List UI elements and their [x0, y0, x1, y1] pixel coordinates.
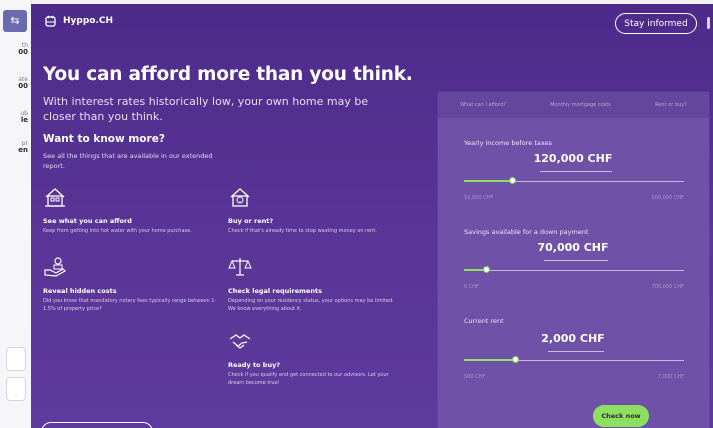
feature-afford: See what you can afford Keep from gettin… [43, 186, 218, 235]
savings-min-label: 0 CHF [464, 284, 479, 290]
rent-underline [548, 351, 604, 352]
sidebar-box[interactable] [6, 347, 26, 371]
outline-button[interactable] [41, 422, 153, 428]
feature-description: Did you know that mandatory notary fees … [43, 298, 217, 312]
sidebar-box[interactable] [6, 377, 26, 401]
hippo-logo-icon [45, 15, 56, 27]
house-question-icon [230, 188, 250, 207]
feature-title: Reveal hidden costs [43, 287, 117, 295]
feature-title: Buy or rent? [228, 217, 274, 225]
feature-ready-to-buy: Ready to buy? Check if you qualify and g… [228, 330, 403, 387]
calculator-panel: What can I afford? Monthly mortgage cost… [438, 92, 709, 428]
sidebar-mini-item: th 00 [2, 42, 28, 56]
income-slider-fill [464, 180, 512, 182]
house-search-icon [45, 188, 65, 207]
know-more-heading: Want to know more? [43, 133, 165, 145]
stay-informed-button[interactable]: Stay informed [615, 13, 697, 34]
income-max-label: 500,000 CHF [651, 195, 684, 201]
feature-buy-or-rent: Buy or rent? Check if that's already tim… [228, 186, 403, 235]
know-more-subtitle: See all the things that are available in… [43, 152, 213, 170]
feature-description: Check if you qualify and get connected t… [228, 372, 389, 386]
sidebar-mini-item: pr en [2, 140, 28, 154]
hero-subtitle: With interest rates historically low, yo… [43, 95, 369, 123]
rent-max-label: 7,000 CHF [657, 374, 684, 380]
calculator-tabs: What can I afford? Monthly mortgage cost… [438, 92, 709, 118]
savings-slider-knob[interactable] [483, 266, 490, 273]
savings-value[interactable]: 70,000 CHF [518, 241, 628, 254]
savings-slider-track[interactable] [464, 270, 684, 271]
swap-icon[interactable]: ⇆ [3, 10, 27, 32]
feature-legal: Check legal requirements Depending on yo… [228, 256, 403, 313]
edge-indicator [707, 17, 710, 29]
feature-title: See what you can afford [43, 217, 132, 225]
page-title: You can afford more than you think. [43, 64, 413, 85]
feature-description: Depending on your residency status, your… [228, 298, 394, 312]
feature-title: Ready to buy? [228, 361, 281, 369]
tab-rent-or-buy[interactable]: Rent or buy? [655, 102, 687, 108]
sidebar-mini-value: en [18, 146, 28, 154]
sidebar-mini-value: 00 [18, 48, 28, 56]
scales-icon [228, 258, 252, 276]
income-underline [540, 171, 612, 172]
feature-title: Check legal requirements [228, 287, 322, 295]
savings-underline [544, 260, 608, 261]
feature-description: Keep from getting into hot water with yo… [43, 228, 192, 234]
sidebar-mini-value: 00 [18, 82, 28, 90]
sidebar-mini-value: le [20, 116, 28, 124]
savings-max-label: 700,000 CHF [651, 284, 684, 290]
brand-name: Hyppo.CH [63, 16, 114, 26]
savings-label: Savings available for a down payment [464, 228, 589, 236]
left-sidebar-strip: ⇆ th 00 ate 00 ub le pr en [0, 0, 32, 428]
check-now-button[interactable]: Check now [593, 405, 649, 427]
sidebar-mini-item: ate 00 [2, 76, 28, 90]
income-value[interactable]: 120,000 CHF [518, 152, 628, 165]
tab-what-can-i-afford[interactable]: What can I afford? [460, 102, 506, 108]
landing-page: Hyppo.CH Stay informed You can afford mo… [31, 4, 713, 428]
feature-hidden-costs: Reveal hidden costs Did you know that ma… [43, 256, 218, 313]
sidebar-mini-item: ub le [2, 110, 28, 124]
income-slider-knob[interactable] [509, 177, 516, 184]
brand-logo[interactable]: Hyppo.CH [45, 15, 113, 27]
tab-monthly-mortgage[interactable]: Monthly mortgage costs [550, 102, 611, 108]
rent-value[interactable]: 2,000 CHF [518, 332, 628, 345]
rent-slider-knob[interactable] [512, 356, 519, 363]
rent-min-label: 500 CHF [464, 374, 486, 380]
handshake-icon [229, 334, 251, 349]
feature-description: Check if that's already time to stop was… [228, 228, 377, 234]
rent-label: Current rent [464, 317, 504, 325]
rent-slider-fill [464, 359, 515, 361]
income-min-label: 10,000 CHF [464, 195, 494, 201]
hand-money-icon [44, 257, 66, 277]
income-label: Yearly income before taxes [464, 139, 552, 147]
